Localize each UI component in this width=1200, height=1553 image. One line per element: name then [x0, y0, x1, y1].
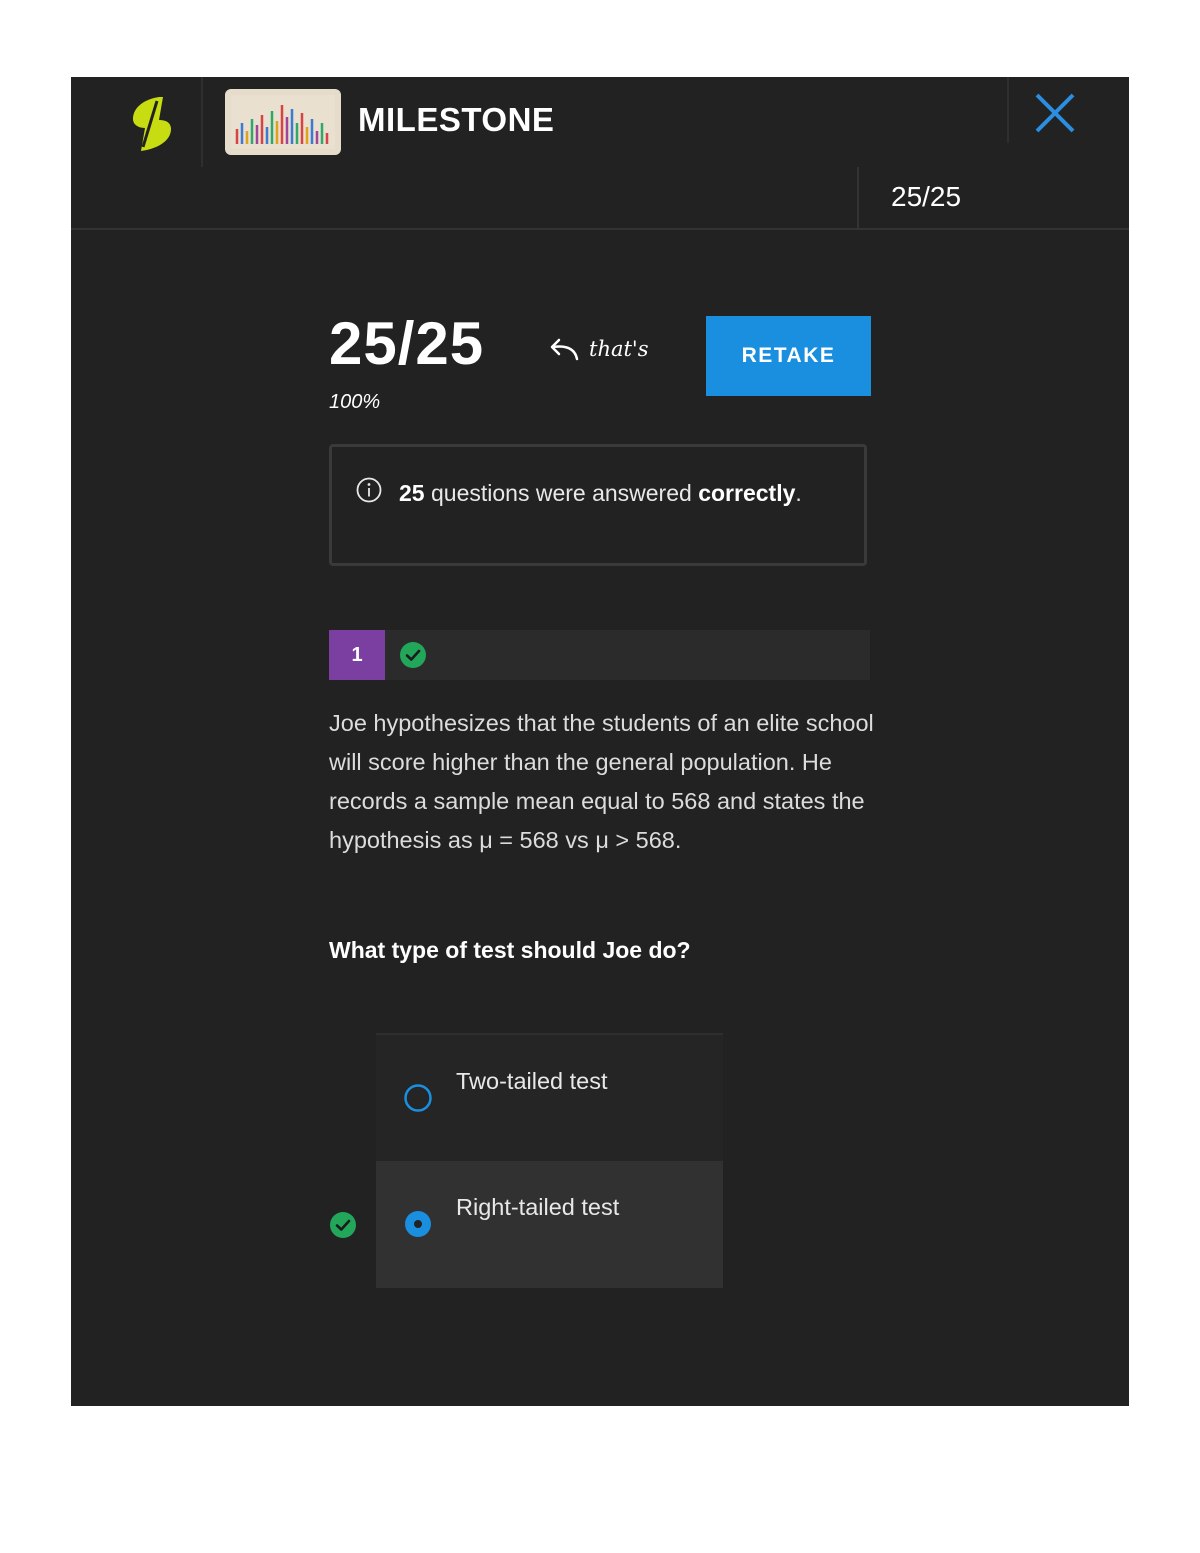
quiz-panel: MILESTONE 25/25 25/25 that's 100% RETAKE… [71, 77, 1129, 1406]
progress-divider [857, 167, 859, 229]
question-number[interactable]: 1 [329, 630, 385, 680]
question-body: Joe hypothesizes that the students of an… [329, 710, 874, 853]
summary-count: 25 [399, 480, 425, 506]
logo-icon[interactable] [129, 95, 175, 153]
close-icon[interactable] [1033, 91, 1077, 135]
answer-option[interactable]: Two-tailed test [376, 1033, 723, 1162]
arrow-left-icon [550, 338, 579, 361]
score-note: that's [589, 337, 649, 361]
answer-option-label: Right-tailed test [456, 1194, 620, 1220]
summary-end: . [795, 480, 802, 506]
header-divider [201, 77, 203, 167]
question-prompt: What type of test should Joe do? [329, 937, 691, 963]
info-icon [356, 477, 382, 503]
summary-text: 25 questions were answered correctly. [399, 477, 819, 509]
check-circle-icon [330, 1212, 356, 1238]
header-bottom-border [71, 228, 1129, 230]
retake-button[interactable]: RETAKE [706, 316, 871, 396]
score-percent: 100% [329, 391, 381, 413]
bar-chart-thumbnail-icon [231, 95, 335, 149]
answer-option-selected[interactable]: Right-tailed test [376, 1161, 723, 1288]
summary-box: 25 questions were answered correctly. [329, 444, 867, 566]
score: 25/25 [329, 310, 485, 377]
milestone-thumbnail [225, 89, 341, 155]
answer-option-label: Two-tailed test [456, 1068, 608, 1094]
summary-middle: questions were answered [430, 480, 692, 506]
radio-icon[interactable] [403, 1083, 433, 1113]
page-title: MILESTONE [358, 101, 555, 138]
check-circle-icon [400, 642, 426, 668]
header-divider [1007, 77, 1009, 143]
question-header: 1 [329, 630, 870, 680]
summary-bold: correctly [698, 480, 796, 506]
radio-icon[interactable] [403, 1209, 433, 1239]
progress-counter: 25/25 [891, 181, 962, 212]
